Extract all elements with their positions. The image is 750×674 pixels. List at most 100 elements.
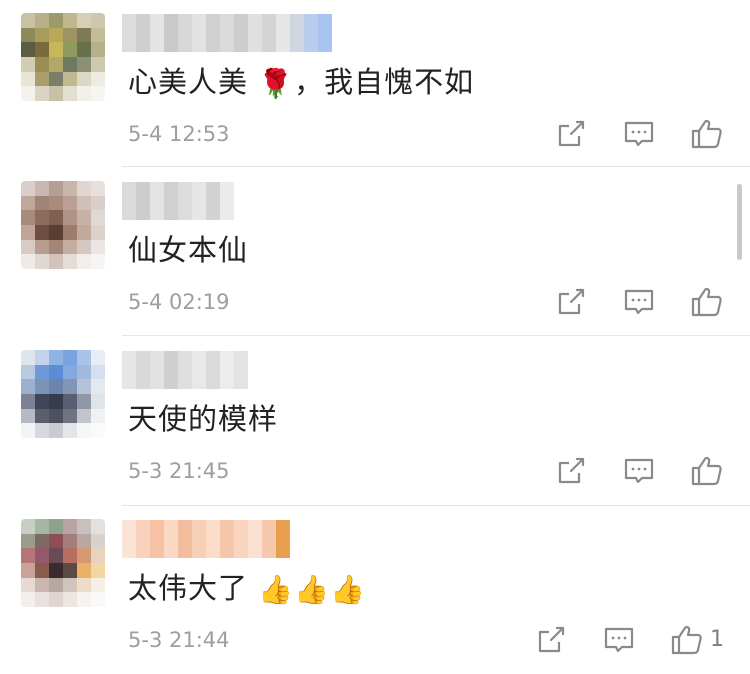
scrollbar[interactable] — [737, 184, 742, 260]
avatar[interactable] — [21, 350, 105, 438]
comment-text-main: 天使的模样 — [128, 402, 279, 436]
username-blurred[interactable] — [122, 520, 290, 558]
share-button[interactable] — [551, 451, 591, 491]
avatar-pixel — [35, 71, 49, 87]
avatar-pixel — [63, 195, 77, 211]
avatar-pixel — [63, 86, 77, 101]
like-count: 1 — [710, 627, 724, 652]
avatar-pixel — [77, 394, 91, 409]
avatar-pixel — [63, 210, 77, 225]
thumbs-up-icon — [667, 620, 707, 660]
username-pixel — [234, 351, 248, 389]
reply-button[interactable] — [599, 620, 639, 660]
avatar-pixel — [91, 408, 105, 424]
avatar-pixel — [21, 577, 35, 593]
comment-text-tail: ，我自愧不如 — [294, 65, 475, 99]
avatar-pixel — [21, 350, 35, 365]
username-pixel — [220, 520, 234, 558]
thumbs-up-icon — [687, 114, 727, 154]
avatar-pixel — [35, 57, 49, 72]
username-pixel — [192, 182, 206, 220]
username-pixel — [178, 182, 192, 220]
username-pixel — [150, 14, 164, 52]
separator — [122, 335, 750, 336]
avatar-pixel — [21, 57, 35, 72]
comment-text: 天使的模样 — [128, 397, 278, 441]
username-pixel — [262, 520, 276, 558]
share-button[interactable] — [531, 620, 571, 660]
like-button[interactable] — [687, 451, 727, 491]
avatar-pixel — [35, 533, 49, 549]
share-button[interactable] — [551, 282, 591, 322]
avatar-pixel — [21, 563, 35, 578]
reply-button[interactable] — [619, 282, 659, 322]
username-pixel — [234, 14, 248, 52]
avatar-pixel — [77, 57, 91, 72]
avatar-pixel — [21, 548, 35, 563]
thumbs-up-icon — [687, 451, 727, 491]
avatar-pixel — [77, 254, 91, 269]
avatar-pixel — [21, 394, 35, 409]
avatar-pixel — [91, 519, 105, 534]
username-blurred[interactable] — [122, 182, 234, 220]
like-button[interactable] — [687, 282, 727, 322]
avatar-pixel — [77, 577, 91, 593]
username-pixel — [136, 520, 150, 558]
username-pixel — [122, 520, 136, 558]
username-pixel — [262, 14, 276, 52]
username-blurred[interactable] — [122, 14, 332, 52]
avatar-pixel — [91, 71, 105, 87]
avatar-pixel — [49, 408, 63, 424]
avatar-pixel — [63, 13, 77, 28]
avatar-pixel — [63, 394, 77, 409]
avatar-pixel — [77, 423, 91, 438]
avatar-pixel — [77, 239, 91, 255]
avatar-pixel — [21, 423, 35, 438]
avatar[interactable] — [21, 519, 105, 607]
like-button[interactable] — [687, 114, 727, 154]
avatar[interactable] — [21, 13, 105, 101]
avatar-pixel — [91, 27, 105, 43]
avatar-pixel — [21, 592, 35, 607]
share-icon — [531, 620, 571, 660]
avatar-pixel — [49, 57, 63, 72]
avatar-pixel — [35, 27, 49, 43]
avatar-pixel — [49, 364, 63, 380]
avatar-pixel — [63, 563, 77, 578]
avatar[interactable] — [21, 181, 105, 269]
comment-item: 天使的模样 5-3 21:45 — [0, 337, 750, 506]
avatar-pixel — [91, 254, 105, 269]
avatar-pixel — [63, 577, 77, 593]
avatar-pixel — [77, 27, 91, 43]
avatar-pixel — [63, 519, 77, 534]
avatar-pixel — [49, 71, 63, 87]
avatar-pixel — [35, 364, 49, 380]
avatar-pixel — [91, 195, 105, 211]
username-pixel — [206, 520, 220, 558]
username-pixel — [164, 182, 178, 220]
avatar-pixel — [35, 42, 49, 57]
avatar-pixel — [91, 394, 105, 409]
share-icon — [551, 114, 591, 154]
comment-text: 仙女本仙 — [128, 228, 248, 272]
avatar-pixel — [63, 181, 77, 196]
share-button[interactable] — [551, 114, 591, 154]
avatar-pixel — [91, 225, 105, 240]
avatar-pixel — [63, 27, 77, 43]
share-icon — [551, 451, 591, 491]
avatar-pixel — [35, 210, 49, 225]
avatar-pixel — [49, 533, 63, 549]
thumbs-up-icon — [687, 282, 727, 322]
avatar-pixel — [35, 548, 49, 563]
avatar-pixel — [63, 379, 77, 394]
avatar-pixel — [35, 225, 49, 240]
reply-button[interactable] — [619, 114, 659, 154]
avatar-pixel — [77, 563, 91, 578]
username-pixel — [206, 351, 220, 389]
avatar-pixel — [91, 364, 105, 380]
avatar-pixel — [91, 577, 105, 593]
like-button[interactable] — [667, 620, 707, 660]
username-blurred[interactable] — [122, 351, 248, 389]
reply-button[interactable] — [619, 451, 659, 491]
avatar-pixel — [91, 592, 105, 607]
